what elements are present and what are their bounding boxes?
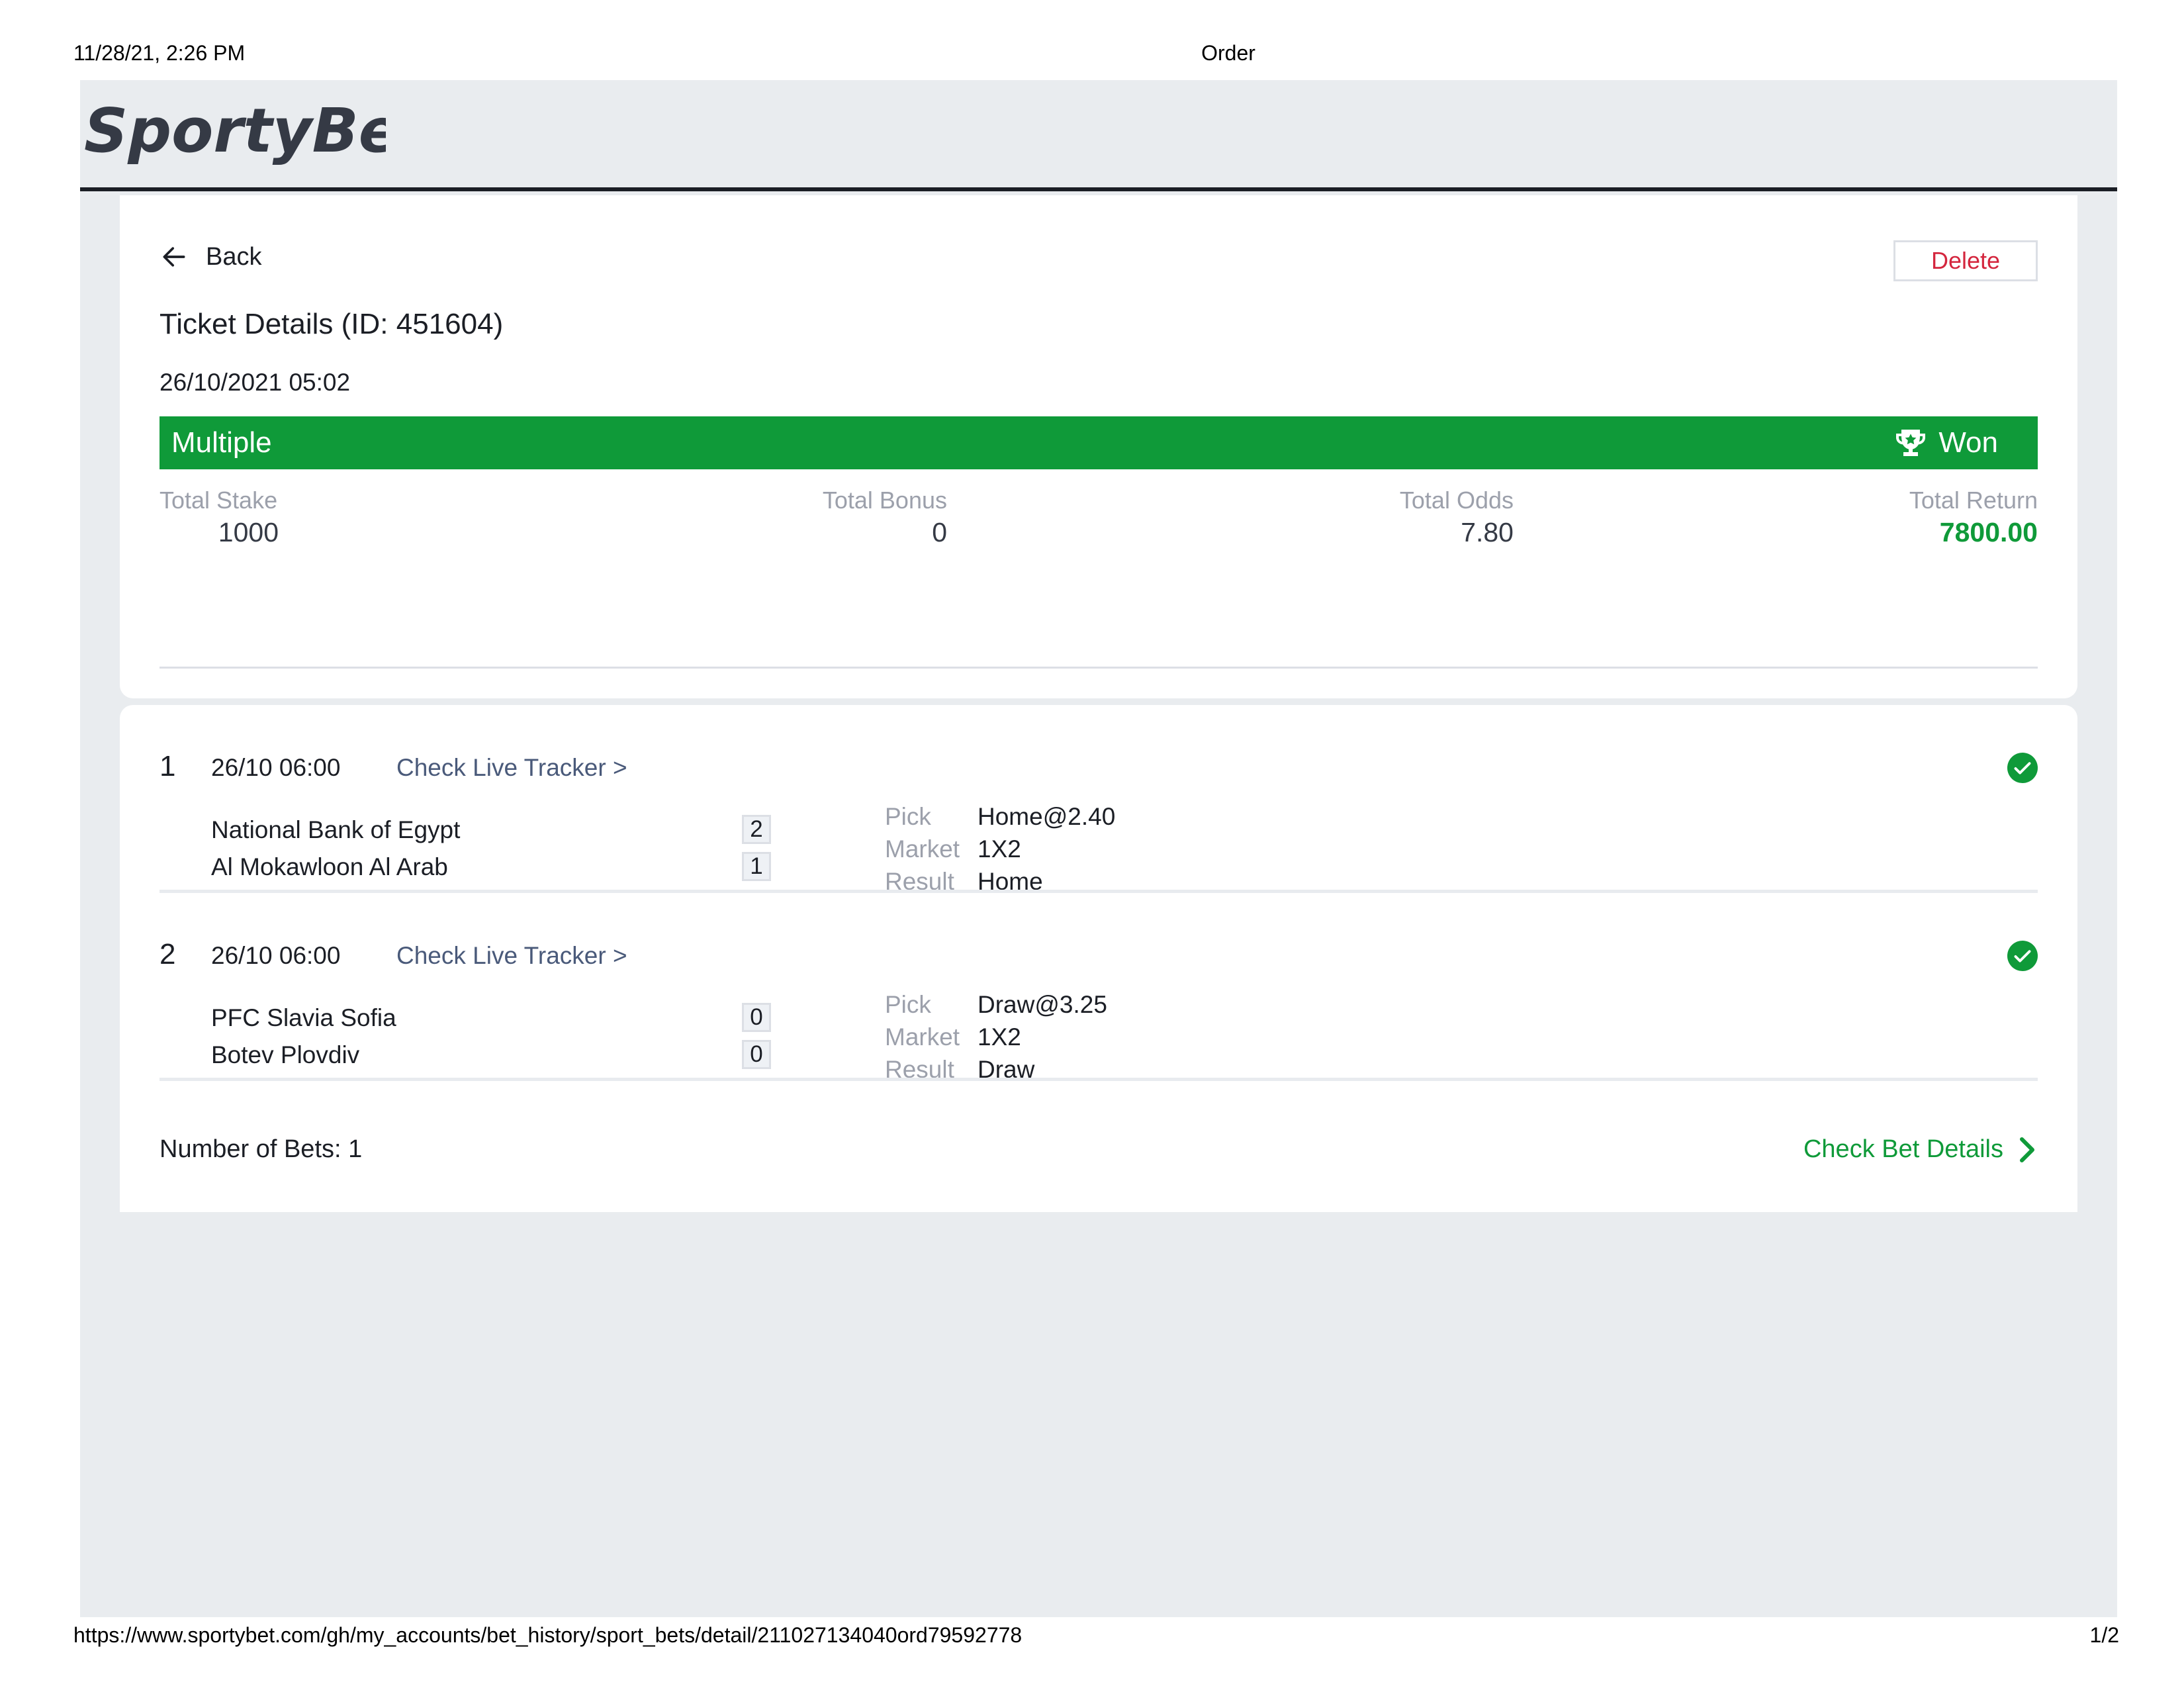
back-label: Back — [206, 242, 262, 271]
away-team: Botev Plovdiv — [211, 1041, 360, 1068]
home-team: National Bank of Egypt — [211, 816, 461, 843]
home-team: PFC Slavia Sofia — [211, 1004, 396, 1031]
chevron-right-icon — [2020, 1137, 2034, 1162]
delete-button[interactable]: Delete — [1893, 240, 2038, 281]
pick-label: Pick — [885, 991, 931, 1018]
check-bet-details-link[interactable]: Check Bet Details — [1803, 1135, 2038, 1164]
total-bonus-label: Total Bonus — [822, 487, 947, 514]
trophy-icon — [1896, 430, 1926, 456]
ticket-datetime: 26/10/2021 05:02 — [159, 369, 351, 396]
total-stake-label: Total Stake — [159, 487, 278, 514]
total-stake: Total Stake 1000 — [159, 487, 279, 548]
market-value: 1X2 — [978, 1023, 1021, 1051]
away-score: 0 — [742, 1040, 771, 1069]
page-title: Ticket Details (ID: 451604) — [159, 308, 504, 340]
total-return-label: Total Return — [1909, 487, 2038, 514]
check-circle-icon — [2007, 753, 2038, 783]
number-of-bets: Number of Bets: 1 — [159, 1135, 363, 1163]
print-page-title: Order — [1201, 41, 1255, 65]
market-label: Market — [885, 835, 960, 863]
print-footer: https://www.sportybet.com/gh/my_accounts… — [0, 1623, 2184, 1650]
status-badge: Won — [1893, 426, 1998, 459]
ticket-summary: Total Stake 1000 Total Bonus 0 Total Odd… — [159, 487, 2038, 559]
total-stake-value: 1000 — [218, 517, 279, 547]
status-label: Won — [1938, 426, 1998, 459]
svg-text:SportyBet: SportyBet — [84, 95, 386, 166]
bet-item: 2 26/10 06:00 Check Live Tracker > PFC S… — [159, 893, 2038, 1083]
bet-item: 1 26/10 06:00 Check Live Tracker > Natio… — [159, 705, 2038, 895]
pick-label: Pick — [885, 803, 931, 830]
check-circle-icon — [2007, 941, 2038, 971]
home-score: 2 — [742, 815, 771, 844]
total-bonus: Total Bonus 0 — [735, 487, 947, 548]
ticket-summary-card: Back Delete Ticket Details (ID: 451604) … — [120, 195, 2077, 698]
print-page-number: 1/2 — [2089, 1623, 2119, 1647]
home-score: 0 — [742, 1003, 771, 1032]
total-bonus-value: 0 — [932, 517, 947, 547]
topbar: SportyBet — [80, 80, 2117, 191]
total-odds: Total Odds 7.80 — [1285, 487, 1514, 548]
bets-footer: Number of Bets: 1 Check Bet Details — [159, 1135, 2038, 1175]
back-button[interactable]: Back — [159, 240, 261, 273]
total-return: Total Return 7800.00 — [1773, 487, 2038, 548]
ticket-status-bar: Multiple Won — [159, 416, 2038, 469]
app-window: SportyBet Back Delete Ticket Details (ID… — [80, 80, 2117, 1617]
bet-divider — [159, 1078, 2038, 1081]
print-header: 11/28/21, 2:26 PM Order — [0, 41, 2184, 68]
bets-card: 1 26/10 06:00 Check Live Tracker > Natio… — [120, 705, 2077, 1212]
bet-time: 26/10 06:00 — [211, 942, 341, 969]
check-bet-details-label: Check Bet Details — [1803, 1135, 2003, 1163]
bet-time: 26/10 06:00 — [211, 754, 341, 781]
away-team: Al Mokawloon Al Arab — [211, 853, 448, 880]
bet-index: 2 — [159, 938, 176, 970]
pick-value: Home@2.40 — [978, 803, 1116, 830]
pick-value: Draw@3.25 — [978, 991, 1107, 1018]
total-odds-label: Total Odds — [1399, 487, 1514, 514]
bet-type-label: Multiple — [171, 426, 272, 459]
total-return-value: 7800.00 — [1939, 517, 2038, 547]
market-value: 1X2 — [978, 835, 1021, 863]
market-label: Market — [885, 1023, 960, 1051]
sportybet-logo[interactable]: SportyBet — [81, 93, 386, 166]
summary-divider — [159, 667, 2038, 669]
bet-index: 1 — [159, 750, 176, 782]
back-arrow-icon — [163, 247, 185, 267]
away-score: 1 — [742, 852, 771, 881]
live-tracker-link[interactable]: Check Live Tracker > — [396, 754, 627, 782]
total-odds-value: 7.80 — [1461, 517, 1514, 547]
live-tracker-link[interactable]: Check Live Tracker > — [396, 942, 627, 970]
print-url: https://www.sportybet.com/gh/my_accounts… — [73, 1623, 1023, 1647]
